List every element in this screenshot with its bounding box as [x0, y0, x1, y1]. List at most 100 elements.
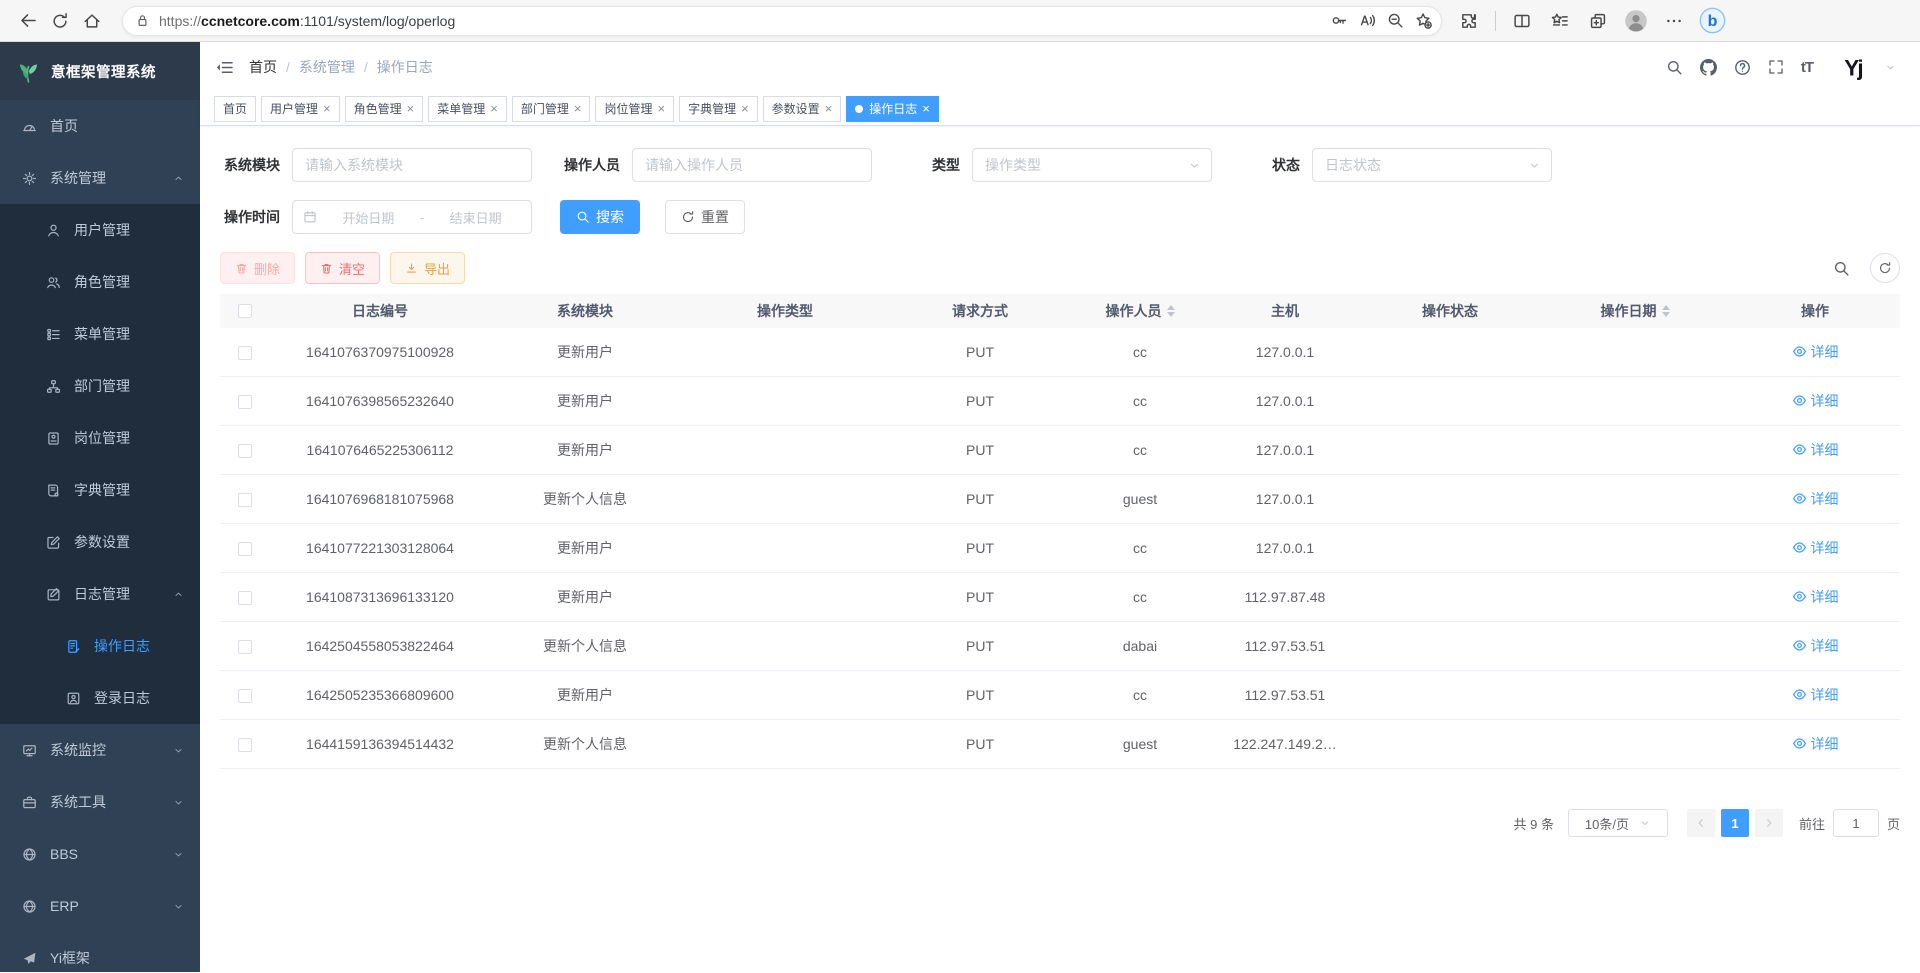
- sidebar-item-BBS[interactable]: BBS: [0, 828, 200, 880]
- sidebar-item-角色管理[interactable]: 角色管理: [0, 256, 200, 308]
- github-icon[interactable]: [1700, 59, 1717, 76]
- detail-link[interactable]: 详细: [1792, 636, 1839, 656]
- font-size-icon[interactable]: tT: [1801, 59, 1813, 76]
- next-page-button[interactable]: [1755, 809, 1783, 837]
- detail-link[interactable]: 详细: [1792, 734, 1839, 754]
- column-header-操作人员[interactable]: 操作人员: [1070, 301, 1210, 321]
- detail-link[interactable]: 详细: [1792, 489, 1839, 509]
- tab-首页[interactable]: 首页: [214, 96, 256, 122]
- tab-字典管理[interactable]: 字典管理×: [679, 96, 758, 122]
- type-select[interactable]: 操作类型: [972, 148, 1212, 182]
- sidebar-item-菜单管理[interactable]: 菜单管理: [0, 308, 200, 360]
- browser-refresh-button[interactable]: [44, 5, 76, 37]
- detail-link[interactable]: 详细: [1792, 440, 1839, 460]
- search-button[interactable]: 搜索: [560, 200, 640, 234]
- row-checkbox[interactable]: [238, 738, 252, 752]
- profile-avatar[interactable]: [1620, 5, 1652, 37]
- sidebar-item-系统工具[interactable]: 系统工具: [0, 776, 200, 828]
- sidebar-item-系统管理[interactable]: 系统管理: [0, 152, 200, 204]
- sort-icon[interactable]: [1167, 305, 1175, 317]
- chevron-down-icon[interactable]: [1885, 62, 1896, 73]
- page-number-1[interactable]: 1: [1721, 809, 1749, 837]
- row-checkbox[interactable]: [238, 346, 252, 360]
- close-icon[interactable]: ×: [825, 102, 833, 115]
- row-checkbox[interactable]: [238, 395, 252, 409]
- show-search-button[interactable]: [1826, 253, 1856, 283]
- user-avatar-logo[interactable]: Yj: [1838, 52, 1868, 82]
- sidebar-item-用户管理[interactable]: 用户管理: [0, 204, 200, 256]
- tab-菜单管理[interactable]: 菜单管理×: [428, 96, 507, 122]
- tab-部门管理[interactable]: 部门管理×: [512, 96, 591, 122]
- tab-参数设置[interactable]: 参数设置×: [763, 96, 842, 122]
- detail-link[interactable]: 详细: [1792, 685, 1839, 705]
- sidebar-item-ERP[interactable]: ERP: [0, 880, 200, 932]
- close-icon[interactable]: ×: [657, 102, 665, 115]
- sidebar-item-操作日志[interactable]: 操作日志: [0, 620, 200, 672]
- select-all-checkbox[interactable]: [238, 304, 252, 318]
- tab-用户管理[interactable]: 用户管理×: [261, 96, 340, 122]
- page-size-select[interactable]: 10条/页: [1568, 809, 1668, 837]
- row-checkbox[interactable]: [238, 591, 252, 605]
- status-select[interactable]: 日志状态: [1312, 148, 1552, 182]
- close-icon[interactable]: ×: [922, 102, 930, 115]
- sidebar-item-日志管理[interactable]: 日志管理: [0, 568, 200, 620]
- fullscreen-icon[interactable]: [1768, 59, 1784, 75]
- sort-icon[interactable]: [1662, 305, 1670, 317]
- home-button[interactable]: [76, 5, 108, 37]
- detail-link[interactable]: 详细: [1792, 391, 1839, 411]
- tab-角色管理[interactable]: 角色管理×: [345, 96, 424, 122]
- row-checkbox[interactable]: [238, 493, 252, 507]
- close-icon[interactable]: ×: [741, 102, 749, 115]
- detail-link[interactable]: 详细: [1792, 538, 1839, 558]
- zoom-out-icon[interactable]: [1381, 7, 1409, 35]
- close-icon[interactable]: ×: [574, 102, 582, 115]
- row-checkbox[interactable]: [238, 689, 252, 703]
- sidebar-item-岗位管理[interactable]: 岗位管理: [0, 412, 200, 464]
- goto-page-input[interactable]: [1833, 809, 1879, 837]
- back-button[interactable]: [12, 5, 44, 37]
- sidebar-item-字典管理[interactable]: 字典管理: [0, 464, 200, 516]
- breadcrumb-item[interactable]: 首页: [249, 57, 277, 77]
- address-bar[interactable]: https://ccnetcore.com:1101/system/log/op…: [122, 6, 1442, 36]
- close-icon[interactable]: ×: [323, 102, 331, 115]
- sidebar-item-首页[interactable]: 首页: [0, 100, 200, 152]
- table-refresh-button[interactable]: [1870, 253, 1900, 283]
- favorites-icon[interactable]: [1544, 5, 1576, 37]
- sidebar-item-部门管理[interactable]: 部门管理: [0, 360, 200, 412]
- row-checkbox[interactable]: [238, 640, 252, 654]
- sidebar-item-系统监控[interactable]: 系统监控: [0, 724, 200, 776]
- breadcrumb-item[interactable]: 系统管理: [299, 57, 355, 77]
- help-icon[interactable]: [1734, 59, 1751, 76]
- detail-link[interactable]: 详细: [1792, 587, 1839, 607]
- row-checkbox[interactable]: [238, 444, 252, 458]
- close-icon[interactable]: ×: [490, 102, 498, 115]
- bing-chat-icon[interactable]: b: [1696, 5, 1728, 37]
- operator-input[interactable]: [632, 148, 872, 182]
- sidebar-item-登录日志[interactable]: 登录日志: [0, 672, 200, 724]
- tab-岗位管理[interactable]: 岗位管理×: [595, 96, 674, 122]
- sidebar-item-Yi框架[interactable]: Yi框架: [0, 932, 200, 972]
- app-logo[interactable]: 意框架管理系统: [0, 42, 200, 100]
- password-key-icon[interactable]: [1325, 7, 1353, 35]
- extensions-icon[interactable]: [1453, 5, 1485, 37]
- url-text[interactable]: https://ccnetcore.com:1101/system/log/op…: [159, 13, 1325, 29]
- detail-link[interactable]: 详细: [1792, 342, 1839, 362]
- prev-page-button[interactable]: [1687, 809, 1715, 837]
- split-screen-icon[interactable]: [1506, 5, 1538, 37]
- more-menu-icon[interactable]: [1658, 5, 1690, 37]
- module-input[interactable]: [292, 148, 532, 182]
- close-icon[interactable]: ×: [407, 102, 415, 115]
- read-aloud-icon[interactable]: [1353, 7, 1381, 35]
- hamburger-icon[interactable]: [215, 58, 234, 77]
- export-button[interactable]: 导出: [390, 252, 465, 284]
- search-icon[interactable]: [1666, 59, 1683, 76]
- column-header-操作日期[interactable]: 操作日期: [1540, 301, 1730, 321]
- add-favorite-icon[interactable]: [1409, 7, 1437, 35]
- delete-button[interactable]: 删除: [220, 252, 295, 284]
- row-checkbox[interactable]: [238, 542, 252, 556]
- date-range-input[interactable]: 开始日期 - 结束日期: [292, 200, 532, 234]
- sidebar-item-参数设置[interactable]: 参数设置: [0, 516, 200, 568]
- reset-button[interactable]: 重置: [665, 200, 745, 234]
- collections-icon[interactable]: [1582, 5, 1614, 37]
- clear-button[interactable]: 清空: [305, 252, 380, 284]
